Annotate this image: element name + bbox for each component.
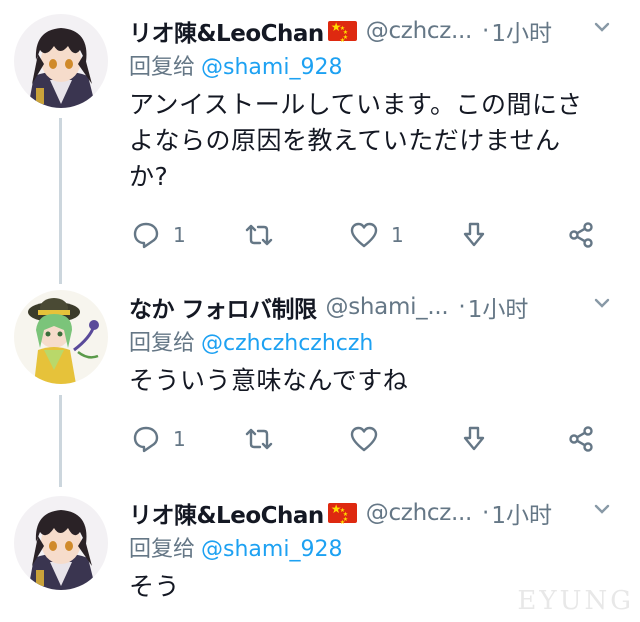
speech-bubble-icon	[133, 222, 159, 249]
retweet-button[interactable]	[244, 424, 286, 454]
reply-count: 1	[173, 427, 186, 451]
reply-label: 回复给	[129, 55, 196, 80]
tweet-1[interactable]: リオ陳&LeoChan ★ ★ ★ ★ ★ @czhcz... · 1小时 回复给 @sh…	[0, 8, 640, 270]
share-nodes-icon	[569, 426, 593, 452]
avatar-naka[interactable]	[14, 290, 108, 384]
reply-button[interactable]: 1	[131, 424, 186, 454]
tweet-text: そういう意味なんですね	[129, 363, 632, 399]
reply-count: 1	[173, 223, 186, 247]
timestamp[interactable]: 1小时	[491, 496, 552, 530]
like-button[interactable]	[349, 424, 391, 454]
reply-mention[interactable]: @shami_928	[201, 55, 342, 80]
watermark-logo: EYUNG	[517, 586, 634, 616]
reply-label: 回复给	[129, 331, 196, 356]
china-flag-icon: ★ ★ ★ ★ ★	[327, 502, 357, 526]
tweet-text-line: アンイストールしています。この間にさ	[129, 90, 583, 119]
tweet-text-line: よならの原因を教えていただけません	[129, 126, 561, 155]
download-button[interactable]	[459, 424, 489, 454]
chevron-down-icon[interactable]	[594, 20, 610, 36]
share-button[interactable]	[566, 424, 596, 454]
tweet-actions: 1	[0, 424, 500, 458]
reply-button[interactable]: 1	[131, 220, 186, 250]
china-flag-icon: ★ ★ ★ ★ ★	[327, 20, 357, 44]
tweet-actions: 1 1	[0, 220, 500, 254]
retweet-arrows-icon	[245, 428, 273, 450]
tweet-header: リオ陳&LeoChan ★ ★ ★ ★ ★ @czhcz... · 1小时	[129, 14, 632, 48]
display-name[interactable]: なか フォロバ制限	[129, 290, 317, 324]
avatar-image	[14, 14, 108, 108]
replying-to: 回复给 @shami_928	[129, 53, 632, 83]
tweet-header: リオ陳&LeoChan ★ ★ ★ ★ ★ @czhcz... · 1小时	[129, 496, 632, 530]
display-name[interactable]: リオ陳&LeoChan	[129, 496, 324, 530]
separator-dot: ·	[482, 18, 490, 44]
share-nodes-icon	[569, 222, 593, 248]
watermark-text: EYUNG	[517, 586, 634, 616]
avatar-leochan[interactable]	[14, 14, 108, 108]
tweet-2[interactable]: なか フォロバ制限 @shami_... · 1小时 回复给 @czhczhczh…	[0, 284, 640, 474]
reply-label: 回复给	[129, 537, 196, 562]
avatar-leochan[interactable]	[14, 496, 108, 590]
tweet-text-line: か?	[129, 162, 169, 191]
reply-mention[interactable]: @czhczhczhczh	[201, 331, 373, 356]
download-button[interactable]	[459, 220, 489, 250]
timestamp[interactable]: 1小时	[491, 14, 552, 48]
user-handle[interactable]: @shami_...	[326, 294, 449, 320]
chevron-down-icon[interactable]	[594, 502, 610, 518]
download-arrow-icon	[463, 222, 485, 247]
avatar-image	[14, 496, 108, 590]
user-handle[interactable]: @czhcz...	[366, 500, 473, 526]
heart-icon	[350, 222, 378, 248]
retweet-button[interactable]	[244, 220, 286, 250]
display-name[interactable]: リオ陳&LeoChan	[129, 14, 324, 48]
share-button[interactable]	[566, 220, 596, 250]
like-count: 1	[391, 223, 404, 247]
tweet-body: リオ陳&LeoChan ★ ★ ★ ★ ★ @czhcz... · 1小时 回复给 @sh…	[129, 14, 632, 195]
tweet-text: アンイストールしています。この間にさ よならの原因を教えていただけません か?	[129, 87, 632, 195]
heart-icon	[350, 426, 378, 452]
separator-dot: ·	[458, 294, 466, 320]
avatar-image	[14, 290, 108, 384]
reply-mention[interactable]: @shami_928	[201, 537, 342, 562]
user-handle[interactable]: @czhcz...	[366, 18, 473, 44]
download-arrow-icon	[463, 426, 485, 451]
chevron-down-icon[interactable]	[594, 296, 610, 312]
tweet-header: なか フォロバ制限 @shami_... · 1小时	[129, 290, 632, 324]
tweet-body: なか フォロバ制限 @shami_... · 1小时 回复给 @czhczhczh…	[129, 290, 632, 399]
speech-bubble-icon	[133, 426, 159, 453]
retweet-arrows-icon	[245, 224, 273, 246]
timestamp[interactable]: 1小时	[468, 290, 529, 324]
separator-dot: ·	[482, 500, 490, 526]
like-button[interactable]: 1	[349, 220, 404, 250]
replying-to: 回复给 @shami_928	[129, 535, 632, 565]
tweet-text-line: そういう意味なんですね	[129, 366, 409, 395]
replying-to: 回复给 @czhczhczhczh	[129, 329, 632, 359]
